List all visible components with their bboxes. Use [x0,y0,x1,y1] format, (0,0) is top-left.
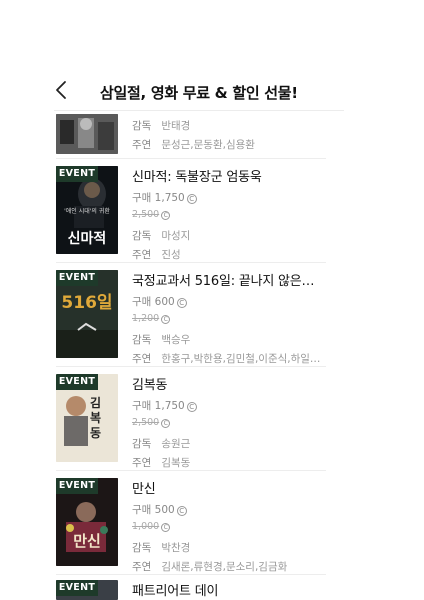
price: 구매 1,750 C [132,190,342,205]
director-row: 감독 송원근 [132,438,191,450]
movie-title[interactable]: 신마적: 독불장군 엄동욱 [132,166,322,185]
original-price: 2,500 C [132,209,342,220]
director-row: 감독 마성지 [132,230,191,242]
coin-icon: C [161,523,171,532]
cast-row: 주연 문성근,문동환,심용환 [132,139,255,151]
movie-title[interactable]: 만신 [132,478,322,497]
event-badge: EVENT [56,270,98,286]
poster-title: 신마적 [67,231,107,247]
page-title: 삼일절, 영화 무료 & 할인 선물! [100,84,298,102]
poster-title: 김복동 [90,396,102,440]
movie-poster[interactable]: EVENT [56,580,118,600]
event-badge: EVENT [56,374,98,390]
movie-poster[interactable] [56,114,118,154]
list-item[interactable]: EVENT 김복동 김복동 구매 1,750 C 2,500 C 감독 송원근 주연 김… [56,374,326,469]
list-item[interactable]: 감독 반태경 주연 문성근,문동환,심용환 [56,108,326,154]
cast-row: 주연 진성 [132,249,181,261]
divider [56,470,326,471]
coin-icon: C [176,298,187,308]
movie-poster[interactable]: EVENT 516일 [56,270,118,358]
coin-icon: C [186,194,197,204]
movie-poster[interactable]: EVENT 만신 [56,478,118,566]
event-badge: EVENT [56,166,98,182]
original-price: 1,200 C [132,313,342,324]
divider [56,158,326,159]
movie-title[interactable]: 패트리어트 데이 [132,580,322,599]
director-row: 감독 백승우 [132,334,191,346]
cast-row: 주연 한홍구,박한용,김민철,이준식,하일… [132,353,321,365]
movie-poster[interactable]: EVENT 김복동 [56,374,118,462]
cast-row: 주연 김새론,류현경,문소리,김금화 [132,561,288,573]
coin-icon: C [161,315,171,324]
divider [56,574,326,575]
list-item[interactable]: EVENT 패트리어트 데이 [56,580,326,600]
price: 구매 500 C [132,502,342,517]
original-price: 1,000 C [132,521,342,532]
price: 구매 1,750 C [132,398,342,413]
header: 삼일절, 영화 무료 & 할인 선물! [0,0,424,111]
original-price: 2,500 C [132,417,342,428]
divider [56,366,326,367]
list-item[interactable]: EVENT '애인 시대'의 귀환 신마적 신마적: 독불장군 엄동욱 구매 1… [56,166,326,261]
list-item[interactable]: EVENT 516일 국정교과서 516일: 끝나지 않은… 구매 600 C 1… [56,270,326,365]
chevron-left-icon [56,81,66,99]
movie-title[interactable]: 국정교과서 516일: 끝나지 않은… [132,270,322,289]
coin-icon: C [161,419,171,428]
movie-poster[interactable]: EVENT '애인 시대'의 귀환 신마적 [56,166,118,254]
back-button[interactable] [54,80,74,102]
coin-icon: C [186,402,197,412]
event-badge: EVENT [56,580,98,596]
director-row: 감독 박찬경 [132,542,191,554]
event-badge: EVENT [56,478,98,494]
movie-title[interactable]: 김복동 [132,374,322,393]
divider [56,262,326,263]
coin-icon: C [176,506,187,516]
poster-title: 만신 [73,532,101,550]
coin-icon: C [161,211,171,220]
price: 구매 600 C [132,294,342,309]
list-item[interactable]: EVENT 만신 만신 구매 500 C 1,000 C 감독 박찬경 주연 김새론,류… [56,478,326,573]
poster-tagline: '애인 시대'의 귀환 [64,208,110,215]
header-divider [54,110,344,111]
poster-title: 516일 [61,293,113,313]
cast-row: 주연 김복동 [132,457,191,469]
director-row: 감독 반태경 [132,120,191,132]
